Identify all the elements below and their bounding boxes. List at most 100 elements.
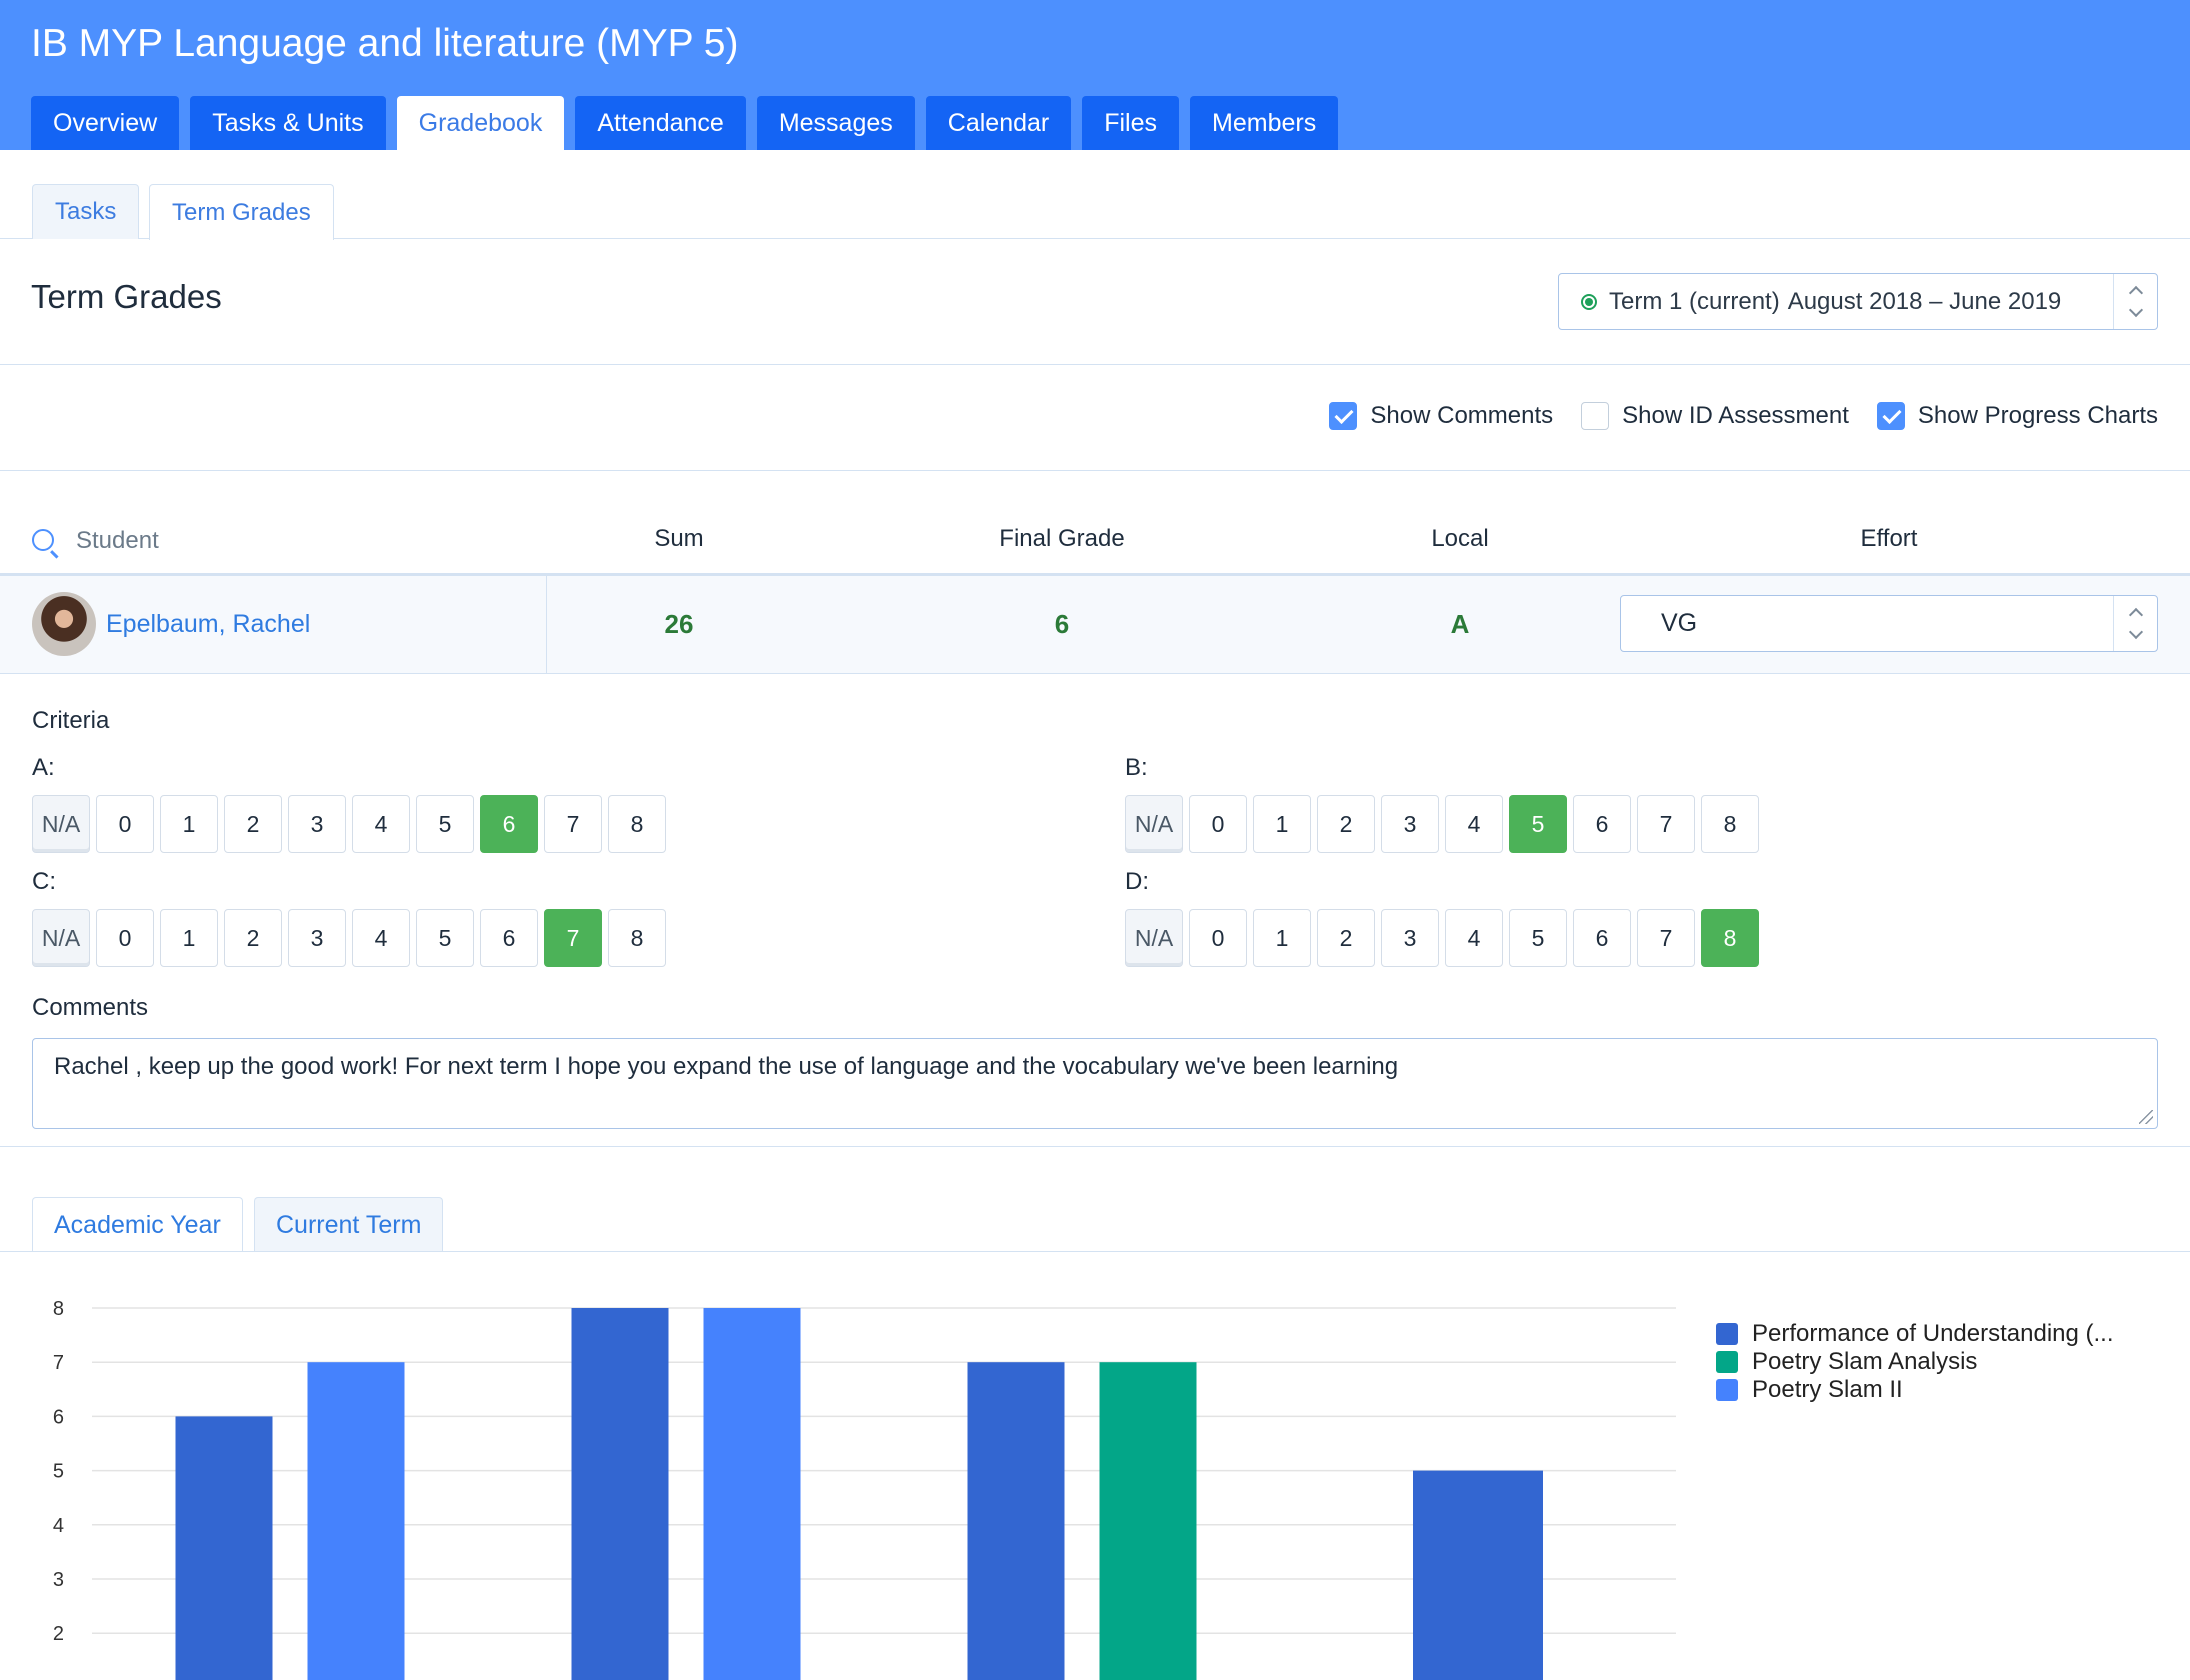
legend-label: Performance of Understanding (... bbox=[1752, 1320, 2114, 1347]
progress-chart-svg: 87654321 bbox=[53, 1298, 1676, 1680]
tab-gradebook[interactable]: Gradebook bbox=[396, 96, 565, 150]
student-search-input[interactable]: Student bbox=[76, 527, 159, 555]
grade-7-button[interactable]: 7 bbox=[544, 795, 602, 853]
show-id-assessment-checkbox[interactable] bbox=[1581, 402, 1610, 430]
bar-D-series-0[interactable] bbox=[1413, 1470, 1543, 1680]
subtab-term-grades[interactable]: Term Grades bbox=[149, 184, 334, 240]
student-name-link[interactable]: Epelbaum, Rachel bbox=[106, 610, 310, 639]
show-id-assessment-option[interactable]: Show ID Assessment bbox=[1581, 402, 1849, 430]
grade-8-button[interactable]: 8 bbox=[608, 909, 666, 967]
show-comments-option[interactable]: Show Comments bbox=[1329, 402, 1553, 430]
show-id-assessment-label: Show ID Assessment bbox=[1622, 402, 1849, 429]
bar-A-series-0[interactable] bbox=[175, 1416, 273, 1680]
chart-tab-academic-year[interactable]: Academic Year bbox=[32, 1197, 243, 1252]
effort-select[interactable]: VG bbox=[1620, 595, 2158, 652]
grade-1-button[interactable]: 1 bbox=[160, 795, 218, 853]
divider bbox=[0, 364, 2190, 365]
resize-handle-icon[interactable] bbox=[2139, 1110, 2153, 1124]
chart-tab-current-term[interactable]: Current Term bbox=[254, 1197, 444, 1252]
select-stepper-icon bbox=[2113, 274, 2157, 329]
criterion-b-scale: N/A 0 1 2 3 4 5 6 7 8 bbox=[1125, 795, 1759, 853]
y-tick-label: 3 bbox=[53, 1569, 64, 1591]
grade-5-button[interactable]: 5 bbox=[1509, 909, 1567, 967]
tab-attendance[interactable]: Attendance bbox=[575, 96, 746, 150]
criterion-a-scale: N/A 0 1 2 3 4 5 6 7 8 bbox=[32, 795, 666, 853]
grade-8-button[interactable]: 8 bbox=[608, 795, 666, 853]
grade-4-button[interactable]: 4 bbox=[1445, 909, 1503, 967]
tab-calendar[interactable]: Calendar bbox=[925, 96, 1072, 150]
grade-1-button[interactable]: 1 bbox=[1253, 909, 1311, 967]
legend-swatch bbox=[1716, 1379, 1738, 1401]
course-header: IB MYP Language and literature (MYP 5) O… bbox=[0, 0, 2190, 150]
term-name: Term 1 (current) bbox=[1609, 287, 1780, 315]
bar-B-series-2[interactable] bbox=[703, 1308, 801, 1680]
grade-0-button[interactable]: 0 bbox=[96, 909, 154, 967]
legend-item: Performance of Understanding (... bbox=[1716, 1320, 2114, 1348]
legend-label: Poetry Slam II bbox=[1752, 1376, 1903, 1403]
grade-na-button[interactable]: N/A bbox=[1125, 795, 1183, 853]
tab-messages[interactable]: Messages bbox=[756, 96, 915, 150]
criterion-d-scale: N/A 0 1 2 3 4 5 6 7 8 bbox=[1125, 909, 1759, 967]
tab-members[interactable]: Members bbox=[1190, 96, 1339, 150]
grade-3-button[interactable]: 3 bbox=[288, 795, 346, 853]
grade-6-button[interactable]: 6 bbox=[1573, 909, 1631, 967]
bar-A-series-2[interactable] bbox=[307, 1362, 405, 1680]
grade-1-button[interactable]: 1 bbox=[1253, 795, 1311, 853]
grade-7-button[interactable]: 7 bbox=[1637, 795, 1695, 853]
grade-6-button[interactable]: 6 bbox=[1573, 795, 1631, 853]
tab-files[interactable]: Files bbox=[1082, 96, 1180, 150]
grade-2-button[interactable]: 2 bbox=[224, 795, 282, 853]
y-tick-label: 7 bbox=[53, 1352, 64, 1374]
grade-4-button[interactable]: 4 bbox=[1445, 795, 1503, 853]
grade-8-button[interactable]: 8 bbox=[1701, 909, 1759, 967]
grade-na-button[interactable]: N/A bbox=[32, 795, 90, 853]
grade-4-button[interactable]: 4 bbox=[352, 795, 410, 853]
grade-na-button[interactable]: N/A bbox=[1125, 909, 1183, 967]
criteria-heading: Criteria bbox=[32, 707, 110, 734]
grade-0-button[interactable]: 0 bbox=[1189, 909, 1247, 967]
show-progress-charts-checkbox[interactable] bbox=[1876, 402, 1905, 430]
comments-textarea[interactable]: Rachel , keep up the good work! For next… bbox=[32, 1038, 2158, 1129]
show-comments-checkbox[interactable] bbox=[1329, 402, 1358, 430]
bar-B-series-0[interactable] bbox=[571, 1308, 669, 1680]
grade-2-button[interactable]: 2 bbox=[1317, 795, 1375, 853]
grade-0-button[interactable]: 0 bbox=[96, 795, 154, 853]
course-title: IB MYP Language and literature (MYP 5) bbox=[31, 22, 739, 65]
divider bbox=[0, 470, 2190, 471]
grade-3-button[interactable]: 3 bbox=[1381, 795, 1439, 853]
grade-0-button[interactable]: 0 bbox=[1189, 795, 1247, 853]
legend-label: Poetry Slam Analysis bbox=[1752, 1348, 1978, 1375]
display-options: Show Comments Show ID Assessment Show Pr… bbox=[1329, 402, 2158, 430]
tab-tasks-units[interactable]: Tasks & Units bbox=[190, 96, 386, 150]
grade-6-button[interactable]: 6 bbox=[480, 909, 538, 967]
grade-2-button[interactable]: 2 bbox=[1317, 909, 1375, 967]
final-grade-value: 6 bbox=[1054, 609, 1070, 639]
grade-na-button[interactable]: N/A bbox=[32, 909, 90, 967]
grade-4-button[interactable]: 4 bbox=[352, 909, 410, 967]
grade-6-button[interactable]: 6 bbox=[480, 795, 538, 853]
sum-value: 26 bbox=[664, 609, 694, 639]
grade-5-button[interactable]: 5 bbox=[416, 795, 474, 853]
subtab-tasks[interactable]: Tasks bbox=[32, 184, 140, 239]
grade-3-button[interactable]: 3 bbox=[288, 909, 346, 967]
grade-5-button[interactable]: 5 bbox=[1509, 795, 1567, 853]
avatar bbox=[32, 592, 96, 656]
bar-C-series-1[interactable] bbox=[1099, 1362, 1197, 1680]
grade-1-button[interactable]: 1 bbox=[160, 909, 218, 967]
grade-7-button[interactable]: 7 bbox=[544, 909, 602, 967]
term-select[interactable]: Term 1 (current) August 2018 – June 2019 bbox=[1558, 273, 2158, 330]
show-progress-charts-option[interactable]: Show Progress Charts bbox=[1876, 402, 2158, 430]
bar-C-series-0[interactable] bbox=[967, 1362, 1065, 1680]
criterion-c-scale: N/A 0 1 2 3 4 5 6 7 8 bbox=[32, 909, 666, 967]
page-title: Term Grades bbox=[31, 278, 222, 315]
comments-label: Comments bbox=[32, 994, 149, 1021]
criterion-d-label: D: bbox=[1125, 868, 1149, 895]
grade-8-button[interactable]: 8 bbox=[1701, 795, 1759, 853]
tab-overview[interactable]: Overview bbox=[31, 96, 180, 150]
grade-3-button[interactable]: 3 bbox=[1381, 909, 1439, 967]
grade-5-button[interactable]: 5 bbox=[416, 909, 474, 967]
grade-2-button[interactable]: 2 bbox=[224, 909, 282, 967]
grade-7-button[interactable]: 7 bbox=[1637, 909, 1695, 967]
search-icon[interactable] bbox=[32, 529, 54, 551]
criterion-a-label: A: bbox=[32, 754, 55, 781]
